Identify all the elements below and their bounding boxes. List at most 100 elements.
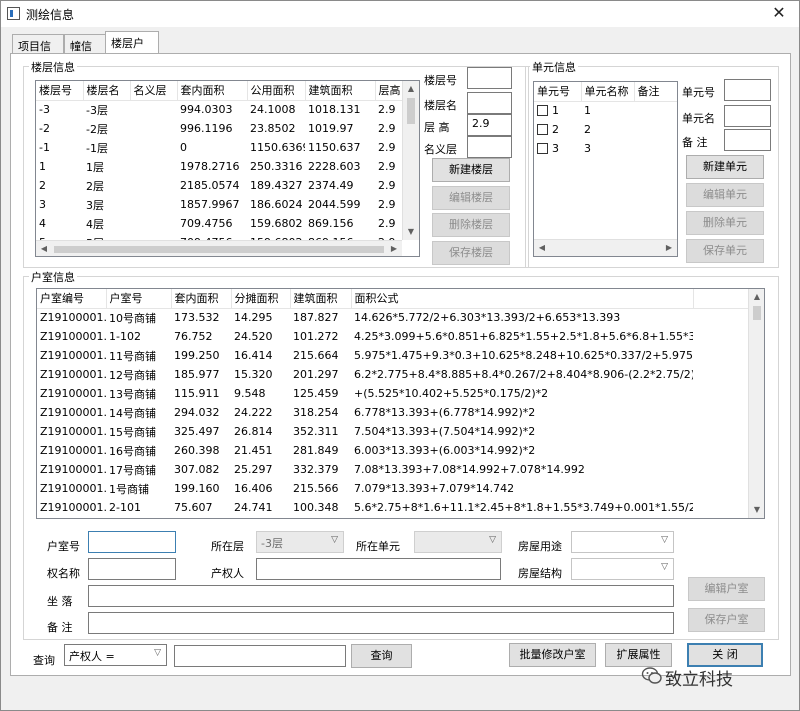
unit-grid-cell: 2 — [534, 120, 581, 139]
save-unit-button[interactable]: 保存单元 — [686, 239, 764, 263]
scroll-down-icon[interactable]: ▼ — [403, 224, 419, 240]
floor-name-input[interactable] — [467, 92, 512, 114]
unit-checkbox[interactable] — [537, 143, 548, 154]
room-grid-cell: 2-101 — [109, 501, 141, 514]
new-floor-button[interactable]: 新建楼层 — [432, 158, 510, 182]
extended-attributes-button[interactable]: 扩展属性 — [605, 643, 672, 667]
unit-grid-row[interactable]: 33 — [534, 139, 677, 158]
floor-grid-row[interactable]: 1 1层 1978.2716 250.3316 2228.603 2.9 — [36, 157, 408, 176]
unit-checkbox[interactable] — [537, 124, 548, 135]
owner-name-input[interactable] — [88, 558, 176, 580]
close-icon[interactable]: ✕ — [767, 3, 791, 23]
room-grid-cell: 325.497 — [174, 425, 220, 438]
room-grid-row[interactable]: Z19100001...13号商铺 115.911 9.548 125.459 +(5.… — [37, 384, 748, 403]
unit-note-input[interactable] — [724, 129, 771, 151]
col-room-building-area[interactable]: 建筑面积 — [290, 289, 352, 309]
save-room-button[interactable]: 保存户室 — [688, 608, 765, 632]
scroll-thumb[interactable] — [753, 306, 761, 320]
room-note-input[interactable] — [88, 612, 674, 634]
scroll-up-icon[interactable]: ▲ — [749, 289, 764, 305]
unit-no-input[interactable] — [724, 79, 771, 101]
query-input[interactable] — [174, 645, 346, 667]
room-grid-row[interactable]: Z19100001...17号商铺 307.082 25.297 332.379 7.0… — [37, 460, 748, 479]
floor-grid[interactable]: 楼层号 楼层名 名义层 套内面积 公用面积 建筑面积 层高 -3 -3层 994.0… — [35, 80, 420, 257]
room-grid-row[interactable]: Z19100001...11号商铺 199.250 16.414 215.664 5.9… — [37, 346, 748, 365]
edit-room-button[interactable]: 编辑户室 — [688, 577, 765, 601]
scroll-thumb[interactable] — [54, 246, 384, 253]
room-grid-row[interactable]: Z19100001...1号商铺 199.160 16.406 215.566 7.07… — [37, 479, 748, 498]
floor-grid-vscroll[interactable]: ▲ ▼ — [402, 81, 419, 240]
delete-floor-button[interactable]: 删除楼层 — [432, 213, 510, 237]
room-note-label: 备 注 — [47, 621, 73, 634]
room-grid-row[interactable]: Z19100001...2-10175.60724.741100.3485.6*… — [37, 498, 748, 517]
scroll-left-icon[interactable]: ◀ — [36, 241, 52, 256]
col-unit-no[interactable]: 单元号 — [534, 82, 582, 102]
floor-grid-row[interactable]: 4 4层 709.4756 159.6802 869.156 2.9 — [36, 214, 408, 233]
tab-building-info[interactable]: 幢信息 — [64, 34, 106, 69]
col-nominal-floor[interactable]: 名义层 — [130, 81, 178, 101]
unit-name-input[interactable] — [724, 105, 771, 127]
usage-select[interactable]: ▽ — [571, 531, 674, 553]
new-unit-button[interactable]: 新建单元 — [686, 155, 764, 179]
floor-grid-row[interactable]: -3 -3层 994.0303 24.1008 1018.131 2.9 — [36, 100, 408, 119]
query-button[interactable]: 查询 — [351, 644, 412, 668]
room-grid[interactable]: 户室编号 户室号 套内面积 分摊面积 建筑面积 面积公式 Z19100001..… — [36, 288, 765, 519]
location-input[interactable] — [88, 585, 674, 607]
scroll-down-icon[interactable]: ▼ — [749, 502, 764, 518]
col-room-code[interactable]: 户室编号 — [37, 289, 107, 309]
room-grid-row[interactable]: Z19100001...2-10294.62330.964125.587(0.8… — [37, 517, 748, 518]
unit-grid-hscroll[interactable]: ◀ ▶ — [534, 239, 677, 256]
floor-grid-row[interactable]: -1 -1层 0 1150.6369 1150.637 2.9 — [36, 138, 408, 157]
save-floor-button[interactable]: 保存楼层 — [432, 241, 510, 265]
col-room-area-formula[interactable]: 面积公式 — [351, 289, 694, 309]
tab-floor-room[interactable]: 楼层户室 — [105, 31, 159, 66]
owner-input[interactable] — [256, 558, 501, 580]
delete-unit-button[interactable]: 删除单元 — [686, 211, 764, 235]
unit-grid-row[interactable]: 11 — [534, 101, 677, 120]
col-room-no[interactable]: 户室号 — [106, 289, 172, 309]
unit-select[interactable]: ▽ — [414, 531, 502, 553]
col-unit-note[interactable]: 备注 — [634, 82, 677, 102]
chevron-down-icon: ▽ — [661, 562, 668, 572]
floor-grid-row[interactable]: 2 2层 2185.0574 189.4327 2374.49 2.9 — [36, 176, 408, 195]
col-public-area[interactable]: 公用面积 — [247, 81, 306, 101]
unit-grid-row[interactable]: 22 — [534, 120, 677, 139]
scroll-thumb[interactable] — [407, 98, 415, 124]
unit-checkbox[interactable] — [537, 105, 548, 117]
scroll-up-icon[interactable]: ▲ — [403, 81, 419, 97]
col-room-shared-area[interactable]: 分摊面积 — [231, 289, 291, 309]
col-room-inner-area[interactable]: 套内面积 — [171, 289, 232, 309]
col-inner-area[interactable]: 套内面积 — [177, 81, 248, 101]
room-no-input[interactable] — [88, 531, 176, 553]
scroll-right-icon[interactable]: ▶ — [661, 240, 677, 256]
room-grid-cell: 75.607 — [174, 501, 213, 514]
nominal-floor-input[interactable] — [467, 136, 512, 158]
floor-grid-hscroll[interactable]: ◀ ▶ — [36, 240, 402, 256]
room-grid-row[interactable]: Z19100001...15号商铺 325.497 26.814 352.311 7.5… — [37, 422, 748, 441]
room-grid-row[interactable]: Z19100001...16号商铺 260.398 21.451 281.849 6.0… — [37, 441, 748, 460]
room-grid-vscroll[interactable]: ▲ ▼ — [748, 289, 764, 518]
edit-floor-button[interactable]: 编辑楼层 — [432, 186, 510, 210]
structure-select[interactable]: ▽ — [571, 558, 674, 580]
tab-project-info[interactable]: 项目信息 — [12, 34, 64, 69]
col-floor-name[interactable]: 楼层名 — [83, 81, 131, 101]
close-button[interactable]: 关 闭 — [687, 643, 763, 667]
floor-height-input[interactable]: 2.9 — [467, 114, 512, 136]
room-grid-row[interactable]: Z19100001...10号商铺 173.532 14.295 187.827 14.… — [37, 308, 748, 327]
edit-unit-button[interactable]: 编辑单元 — [686, 183, 764, 207]
col-unit-name[interactable]: 单元名称 — [581, 82, 635, 102]
floor-grid-row[interactable]: 3 3层 1857.9967 186.6024 2044.599 2.9 — [36, 195, 408, 214]
room-grid-row[interactable]: Z19100001...1-102 76.752 24.520 101.272 4.25… — [37, 327, 748, 346]
room-grid-row[interactable]: Z19100001...14号商铺 294.032 24.222 318.254 6.7… — [37, 403, 748, 422]
scroll-right-icon[interactable]: ▶ — [386, 241, 402, 256]
batch-edit-rooms-button[interactable]: 批量修改户室 — [509, 643, 596, 667]
room-grid-row[interactable]: Z19100001...12号商铺 185.977 15.320 201.297 6.2… — [37, 365, 748, 384]
col-floor-no[interactable]: 楼层号 — [36, 81, 84, 101]
scroll-left-icon[interactable]: ◀ — [534, 240, 550, 256]
unit-grid[interactable]: 单元号 单元名称 备注 112233 ◀ ▶ — [533, 81, 678, 257]
floor-no-input[interactable] — [467, 67, 512, 89]
col-building-area[interactable]: 建筑面积 — [305, 81, 376, 101]
floor-select[interactable]: -3层 ▽ — [256, 531, 344, 553]
floor-grid-row[interactable]: -2 -2层 996.1196 23.8502 1019.97 2.9 — [36, 119, 408, 138]
query-field-select[interactable]: 产权人 = ▽ — [64, 644, 167, 666]
